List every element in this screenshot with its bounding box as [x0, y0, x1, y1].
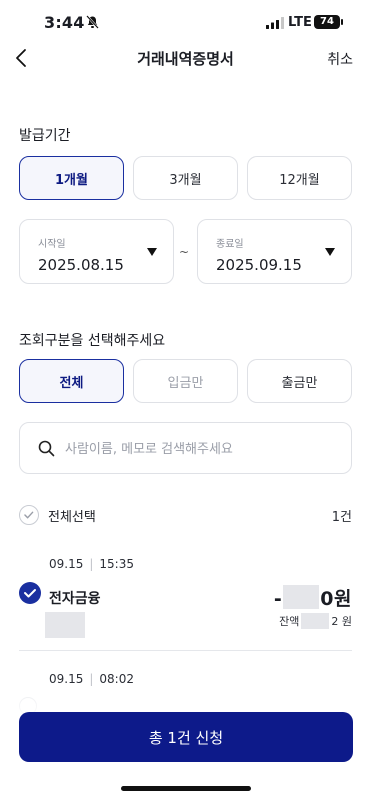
type-option-deposit[interactable]: 입금만 — [133, 359, 238, 403]
status-time: 3:44 — [44, 13, 85, 32]
type-filter-label: 조회구분을 선택해주세요 — [19, 333, 166, 349]
signal-icon — [266, 17, 284, 29]
end-date-caption: 종료일 — [216, 239, 244, 250]
period-label: 발급기간 — [19, 128, 71, 144]
redacted-balance — [301, 613, 330, 629]
start-date-value: 2025.08.15 — [38, 256, 124, 274]
start-date-picker[interactable]: 시작일 2025.08.15 — [19, 219, 174, 284]
submit-request-button[interactable]: 총 1건 신청 — [19, 712, 353, 762]
select-all-checkbox[interactable] — [19, 505, 39, 525]
status-bar: 3:44 LTE 74 — [0, 0, 371, 44]
home-indicator — [121, 786, 251, 791]
network-label: LTE — [288, 15, 312, 30]
result-count: 1건 — [331, 510, 352, 525]
redacted-memo — [45, 612, 85, 638]
type-option-all[interactable]: 전체 — [19, 359, 124, 403]
nav-bar: 거래내역증명서 취소 — [0, 40, 371, 76]
search-input[interactable] — [65, 437, 335, 461]
caret-down-icon — [325, 248, 335, 256]
end-date-value: 2025.09.15 — [216, 256, 302, 274]
balance-prefix: 잔액 — [279, 615, 300, 628]
check-icon — [24, 511, 34, 519]
bell-off-icon — [86, 15, 99, 29]
transaction-amount: - 0원 — [274, 584, 352, 611]
start-date-caption: 시작일 — [38, 239, 66, 250]
list-divider — [19, 650, 352, 651]
transaction-time: 08:02 — [99, 672, 134, 686]
redacted-amount — [283, 585, 320, 609]
caret-down-icon — [147, 248, 157, 256]
transaction-checkbox[interactable] — [19, 582, 41, 604]
type-option-withdrawal[interactable]: 출금만 — [247, 359, 352, 403]
type-option-deposit-label: 입금만 — [167, 375, 204, 391]
page-title: 거래내역증명서 — [137, 50, 234, 68]
transaction-datetime: 09.15 | 08:02 — [49, 672, 134, 686]
transaction-date: 09.15 — [49, 672, 84, 686]
amount-sign: - — [273, 588, 283, 610]
transaction-date: 09.15 — [49, 557, 84, 571]
search-box — [19, 422, 352, 474]
battery-indicator: 74 — [314, 15, 343, 29]
check-icon — [24, 589, 36, 598]
period-option-1-month[interactable]: 1개월 — [19, 156, 124, 200]
transaction-balance: 잔액 2 원 — [279, 613, 352, 629]
amount-suffix: 0원 — [320, 588, 352, 610]
transaction-name: 전자금융 — [49, 591, 101, 607]
search-icon — [38, 440, 55, 457]
date-range-separator: ~ — [179, 245, 190, 259]
transaction-time: 15:35 — [99, 557, 134, 571]
end-date-picker[interactable]: 종료일 2025.09.15 — [197, 219, 352, 284]
period-option-12-months[interactable]: 12개월 — [247, 156, 352, 200]
balance-suffix: 2 원 — [331, 615, 352, 628]
cancel-button[interactable]: 취소 — [327, 49, 353, 69]
transaction-datetime: 09.15 | 15:35 — [49, 557, 134, 571]
period-option-3-months[interactable]: 3개월 — [133, 156, 238, 200]
select-all-label: 전체선택 — [48, 510, 96, 525]
